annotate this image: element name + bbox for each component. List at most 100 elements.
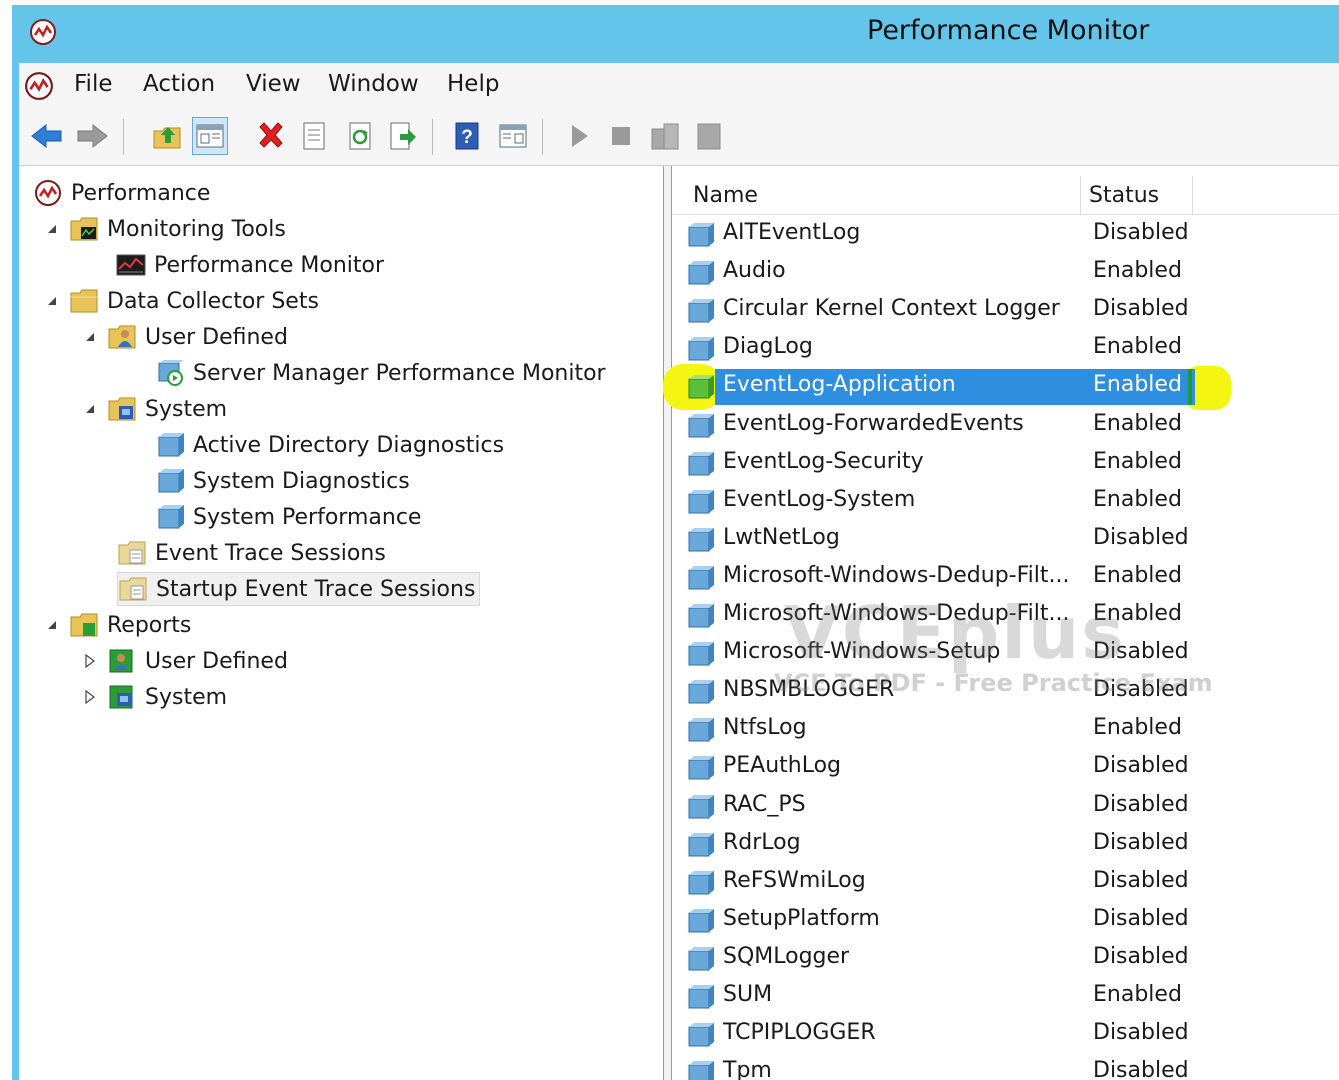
perfmon-app-icon[interactable] <box>29 18 57 50</box>
list-row[interactable]: Microsoft-Windows-Dedup-Filt... Enabled <box>673 559 1339 597</box>
selection-edge <box>1188 369 1192 406</box>
tree-node-system[interactable]: System <box>81 392 227 426</box>
list-row[interactable]: Tpm Disabled <box>673 1054 1339 1080</box>
trace-session-icon <box>686 1059 716 1080</box>
tree-node-monitoring-tools[interactable]: Monitoring Tools <box>43 212 286 246</box>
row-status: Enabled <box>1093 448 1182 474</box>
row-status: Disabled <box>1093 639 1189 665</box>
data-collector-set-icon <box>155 358 185 388</box>
pane-splitter[interactable] <box>664 166 672 1080</box>
show-hide-action-pane-icon[interactable] <box>495 117 531 155</box>
menu-view[interactable]: View <box>246 71 301 97</box>
row-name: TCPIPLOGGER <box>723 1020 876 1046</box>
collapsed-arrow-icon[interactable] <box>81 688 99 706</box>
column-header-status[interactable]: Status <box>1081 176 1193 214</box>
row-name: Microsoft-Windows-Dedup-Filt... <box>723 562 1070 588</box>
menu-window[interactable]: Window <box>328 71 419 97</box>
list-row[interactable]: Microsoft-Windows-Setup Disabled <box>673 635 1339 673</box>
tree-node-user-defined[interactable]: User Defined <box>81 320 288 354</box>
list-row[interactable]: ReFSWmiLog Disabled <box>673 864 1339 902</box>
trace-session-icon <box>686 335 716 363</box>
toolbar-separator <box>542 119 543 155</box>
list-row[interactable]: EventLog-Security Enabled <box>673 445 1339 483</box>
list-row[interactable]: AITEventLog Disabled <box>673 216 1339 254</box>
list-row[interactable]: Microsoft-Windows-Dedup-Filt... Enabled <box>673 597 1339 635</box>
tree-node-reports-system[interactable]: System <box>81 680 227 714</box>
tree-node-reports[interactable]: Reports <box>43 608 191 642</box>
show-hide-console-tree-icon[interactable] <box>192 117 228 155</box>
trace-session-icon <box>686 983 716 1011</box>
start-icon[interactable] <box>561 117 597 155</box>
row-status: Enabled <box>1093 601 1182 626</box>
expanded-arrow-icon[interactable] <box>43 616 61 634</box>
row-name: Audio <box>723 258 786 284</box>
properties-icon[interactable] <box>296 117 332 155</box>
list-row[interactable]: PEAuthLog Disabled <box>673 749 1339 787</box>
delete-icon[interactable] <box>253 117 289 155</box>
list-row[interactable]: RdrLog Disabled <box>673 826 1339 864</box>
tree-node-active-directory-diagnostics[interactable]: Active Directory Diagnostics <box>155 428 504 462</box>
latest-report-icon[interactable] <box>691 117 727 155</box>
list-row[interactable]: NBSMBLOGGER Disabled <box>673 673 1339 711</box>
row-status: Disabled <box>1093 905 1189 931</box>
list-row[interactable]: Audio Enabled <box>673 254 1339 292</box>
collapsed-arrow-icon[interactable] <box>81 652 99 670</box>
tree-node-system-performance[interactable]: System Performance <box>155 500 421 534</box>
trace-session-icon <box>686 564 716 592</box>
forward-icon[interactable] <box>74 117 110 155</box>
row-name: EventLog-System <box>723 486 916 512</box>
row-name: LwtNetLog <box>723 524 840 550</box>
list-row[interactable]: DiagLog Enabled <box>673 330 1339 368</box>
row-name: Circular Kernel Context Logger <box>723 296 1060 322</box>
list-row[interactable]: SUM Enabled <box>673 978 1339 1016</box>
title-bar[interactable]: Performance Monitor <box>12 5 1339 61</box>
help-icon[interactable]: ? <box>449 117 485 155</box>
row-status: Enabled <box>1093 334 1182 360</box>
column-header-name[interactable]: Name <box>685 176 1081 214</box>
row-name: RAC_PS <box>723 791 806 817</box>
trace-session-icon <box>686 602 716 630</box>
expanded-arrow-icon[interactable] <box>81 328 99 346</box>
stop-icon[interactable] <box>603 117 639 155</box>
expanded-arrow-icon[interactable] <box>43 220 61 238</box>
tree-node-startup-event-trace-sessions[interactable]: Startup Event Trace Sessions <box>117 572 481 606</box>
refresh-icon[interactable] <box>342 117 378 155</box>
list-row[interactable]: TCPIPLOGGER Disabled <box>673 1016 1339 1054</box>
tree-node-data-collector-sets[interactable]: Data Collector Sets <box>43 284 319 318</box>
tree-node-system-diagnostics[interactable]: System Diagnostics <box>155 464 410 498</box>
expanded-arrow-icon[interactable] <box>81 400 99 418</box>
trace-session-icon <box>686 945 716 973</box>
system-menu-icon[interactable] <box>24 71 54 105</box>
svg-text:?: ? <box>461 127 473 148</box>
row-status: Disabled <box>1093 1058 1189 1080</box>
data-manager-icon[interactable] <box>647 117 683 155</box>
up-folder-icon[interactable] <box>149 117 185 155</box>
menu-help[interactable]: Help <box>447 71 499 97</box>
list-row[interactable]: NtfsLog Enabled <box>673 711 1339 749</box>
tree-node-event-trace-sessions[interactable]: Event Trace Sessions <box>117 536 386 570</box>
export-list-icon[interactable] <box>385 117 421 155</box>
tree-node-reports-user-defined[interactable]: User Defined <box>81 644 288 678</box>
menu-file[interactable]: File <box>74 71 113 97</box>
list-row[interactable]: LwtNetLog Disabled <box>673 521 1339 559</box>
tree-node-performance-monitor[interactable]: Performance Monitor <box>116 248 384 282</box>
trace-session-icon <box>686 488 716 516</box>
expanded-arrow-icon[interactable] <box>43 292 61 310</box>
back-icon[interactable] <box>29 117 65 155</box>
list-row[interactable]: EventLog-ForwardedEvents Enabled <box>673 407 1339 445</box>
tree-node-performance[interactable]: Performance <box>33 176 210 210</box>
row-status: Enabled <box>1093 715 1182 741</box>
list-row[interactable]: Circular Kernel Context Logger Disabled <box>673 292 1339 330</box>
list-row[interactable]: RAC_PS Disabled <box>673 788 1339 826</box>
trace-folder-icon <box>118 574 148 604</box>
trace-session-icon <box>686 831 716 859</box>
tree-node-server-manager-performance-monitor[interactable]: Server Manager Performance Monitor <box>155 356 606 390</box>
list-row[interactable]: SetupPlatform Disabled <box>673 902 1339 940</box>
menu-action[interactable]: Action <box>143 71 215 97</box>
user-folder-icon <box>107 322 137 352</box>
list-row[interactable]: SQMLogger Disabled <box>673 940 1339 978</box>
list-row[interactable]: EventLog-System Enabled <box>673 483 1339 521</box>
row-status: Enabled <box>1093 372 1182 398</box>
list-row[interactable]: EventLog-Application Enabled <box>663 364 1339 411</box>
trace-session-icon <box>686 869 716 897</box>
